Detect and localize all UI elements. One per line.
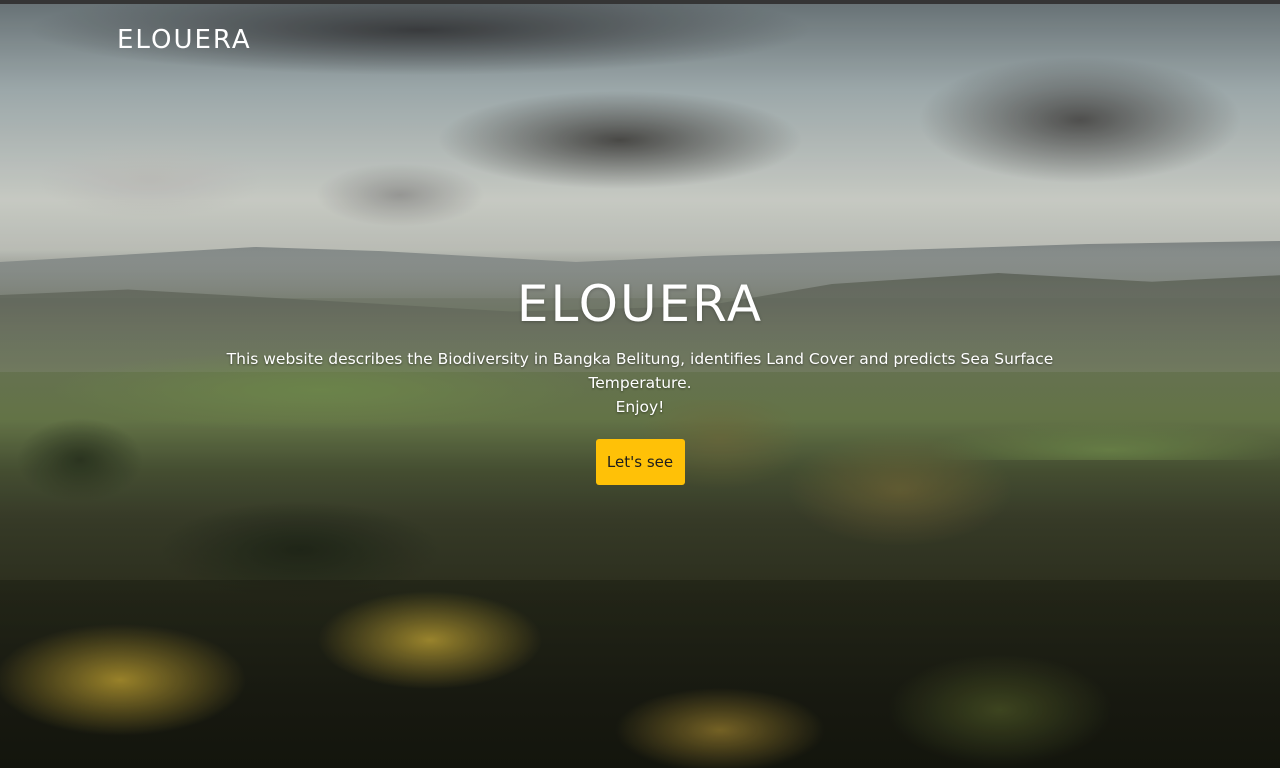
navbar-brand-link[interactable]: ELOUERA [117, 25, 252, 55]
lets-see-button[interactable]: Let's see [595, 439, 685, 485]
hero-description: This website describes the Biodiversity … [180, 347, 1100, 419]
hero-description-line1: This website describes the Biodiversity … [226, 350, 1054, 392]
hero-section: ELOUERA ELOUERA This website describes t… [0, 0, 1280, 768]
hero-title: ELOUERA [516, 275, 764, 333]
hero-description-line2: Enjoy! [615, 398, 665, 416]
hero-content: ELOUERA This website describes the Biodi… [0, 275, 1280, 485]
